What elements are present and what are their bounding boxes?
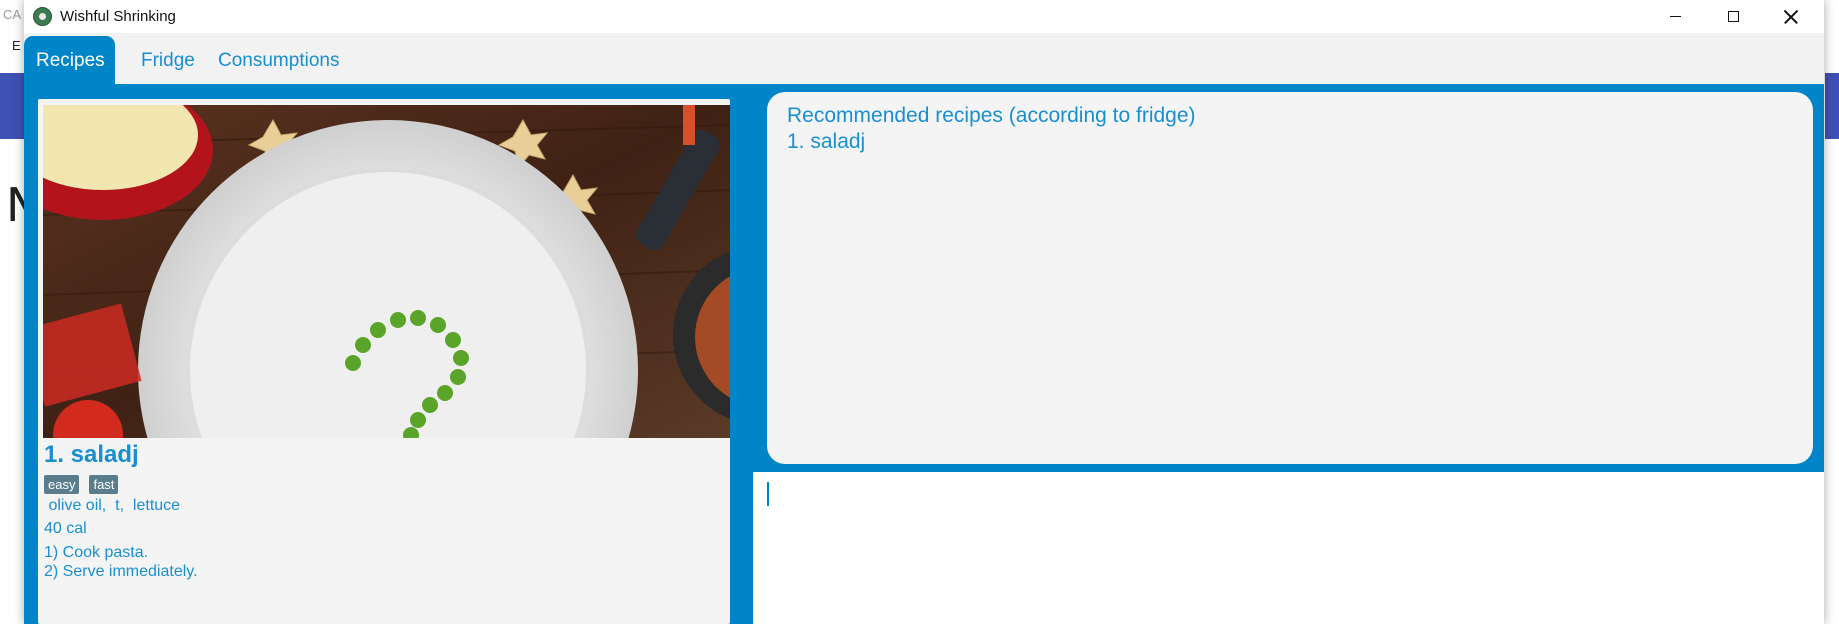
tag-badge: easy (44, 475, 80, 494)
tab-bar: Recipes Fridge Consumptions (24, 33, 1824, 84)
recipe-steps: 1) Cook pasta. 2) Serve immediately. (44, 543, 198, 581)
tab-recipes[interactable]: Recipes (24, 36, 115, 84)
tab-fridge[interactable]: Fridge (129, 36, 207, 84)
close-button[interactable] (1762, 0, 1820, 33)
background-app-menu: E (12, 38, 21, 53)
recommendations-panel: Recommended recipes (according to fridge… (767, 92, 1813, 464)
recipe-tags: easy fast (44, 475, 119, 494)
recipe-title: 1. saladj (44, 441, 139, 468)
close-icon (1783, 9, 1799, 25)
recipe-card[interactable]: 1. saladj easy fast olive oil, t, lettuc… (38, 99, 730, 624)
command-input[interactable] (753, 472, 1824, 624)
recipe-ingredients: olive oil, t, lettuce (44, 497, 181, 514)
text-caret (767, 482, 769, 506)
minimize-button[interactable] (1646, 0, 1704, 33)
recipe-image (43, 105, 730, 438)
recommendations-title: Recommended recipes (according to fridge… (787, 104, 1196, 127)
title-bar[interactable]: Wishful Shrinking (24, 0, 1824, 33)
recipe-calories: 40 cal (44, 520, 87, 537)
main-content: 1. saladj easy fast olive oil, t, lettuc… (24, 84, 1824, 624)
recommendations-list: 1. saladj (787, 130, 865, 154)
maximize-button[interactable] (1704, 0, 1762, 33)
app-logo-icon (33, 7, 52, 26)
tab-consumptions[interactable]: Consumptions (206, 36, 351, 84)
app-window: Wishful Shrinking Recipes Fridge Consump… (24, 0, 1824, 624)
minimize-icon (1669, 15, 1681, 18)
recipe-photo-illustration (43, 105, 730, 438)
background-app-banner-right (1825, 73, 1839, 139)
recommendation-item[interactable]: 1. saladj (787, 130, 865, 154)
recipe-step: 2) Serve immediately. (44, 563, 198, 580)
maximize-icon (1727, 11, 1739, 22)
tag-badge: fast (89, 475, 119, 494)
recipe-step: 1) Cook pasta. (44, 544, 149, 561)
window-title: Wishful Shrinking (60, 8, 176, 25)
